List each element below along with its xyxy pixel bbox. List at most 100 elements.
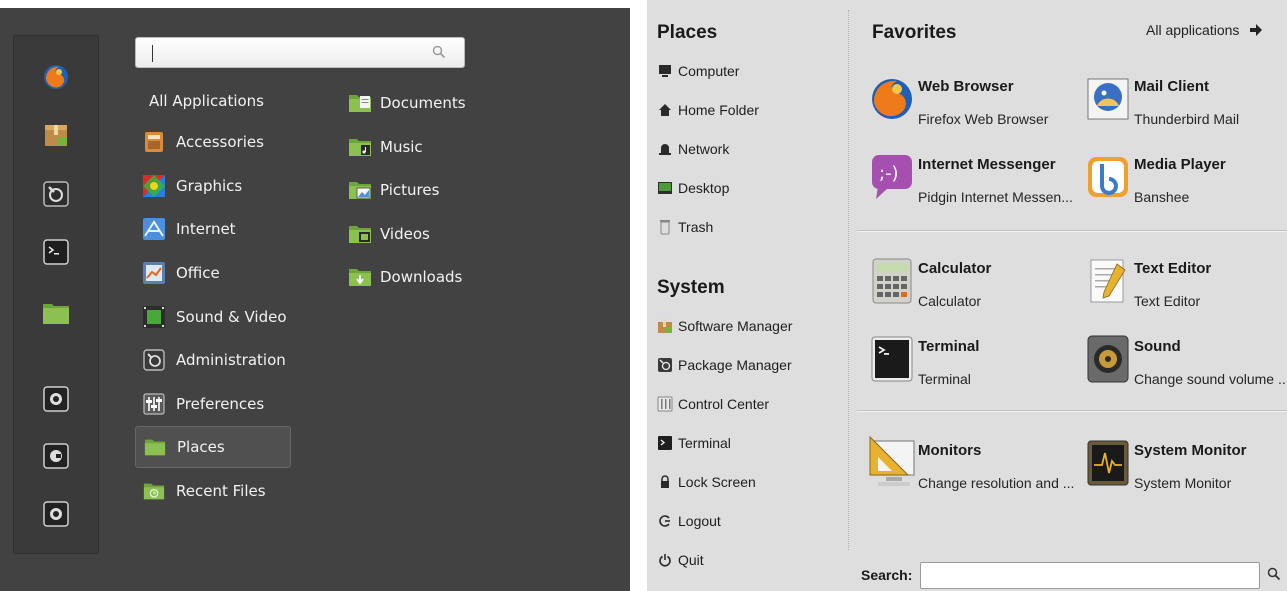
desktop-icon <box>657 180 673 196</box>
thunderbird-icon <box>1084 70 1132 128</box>
app-description: Thunderbird Mail <box>1134 111 1240 127</box>
place-desktop[interactable]: Desktop <box>657 177 729 199</box>
system-lock-screen[interactable]: Lock Screen <box>657 471 756 493</box>
firefox-icon <box>44 65 68 89</box>
app-description: Calculator <box>918 293 982 309</box>
favorite-software-manager[interactable] <box>41 120 71 150</box>
folder-icon <box>144 436 166 458</box>
place-home-folder[interactable]: Home Folder <box>657 99 759 121</box>
settings-icon <box>43 181 69 207</box>
place-label: Videos <box>380 225 430 243</box>
search-input[interactable] <box>135 37 465 68</box>
app-name: Text Editor <box>1134 260 1212 277</box>
banshee-icon <box>1084 148 1132 206</box>
app-sound[interactable]: Sound Change sound volume ... <box>1084 330 1287 394</box>
app-name: Terminal <box>918 338 980 355</box>
system-label: Quit <box>678 552 704 568</box>
favorite-terminal[interactable] <box>41 237 71 267</box>
firefox-icon <box>868 70 916 128</box>
system-terminal[interactable]: Terminal <box>657 432 731 454</box>
app-mail-client[interactable]: Mail Client Thunderbird Mail <box>1084 70 1287 134</box>
app-text-editor[interactable]: Text Editor Text Editor <box>1084 252 1287 316</box>
system-quit[interactable]: Quit <box>657 549 704 571</box>
place-downloads[interactable]: Downloads <box>348 262 462 292</box>
category-accessories[interactable]: Accessories <box>135 121 291 163</box>
place-network[interactable]: Network <box>657 138 729 160</box>
chart-icon <box>143 262 165 284</box>
app-name: Calculator <box>918 260 992 277</box>
shutdown-button[interactable] <box>41 499 71 529</box>
category-label: Recent Files <box>176 482 266 500</box>
app-web-browser[interactable]: Web Browser Firefox Web Browser <box>868 70 1078 134</box>
system-software-manager[interactable]: Software Manager <box>657 315 792 337</box>
terminal-icon <box>657 435 673 451</box>
power-icon <box>43 501 69 527</box>
monitor-icon <box>868 434 916 492</box>
category-office[interactable]: Office <box>135 252 291 294</box>
app-description: Pidgin Internet Messen... <box>918 189 1073 205</box>
app-name: Web Browser <box>918 78 1014 95</box>
app-name: Internet Messenger <box>918 156 1056 173</box>
favorites-title: Favorites <box>872 22 957 43</box>
category-recent-files[interactable]: Recent Files <box>135 470 291 512</box>
app-system-monitor[interactable]: System Monitor System Monitor <box>1084 434 1287 498</box>
search-label: Search: <box>861 567 913 583</box>
app-calculator[interactable]: Calculator Calculator <box>868 252 1078 316</box>
category-preferences[interactable]: Preferences <box>135 383 291 425</box>
lock-screen-button[interactable] <box>41 384 71 414</box>
panel-gap <box>630 0 647 591</box>
column-separator <box>848 10 849 550</box>
place-label: Desktop <box>678 180 730 196</box>
text-editor-icon <box>1084 252 1132 310</box>
app-terminal[interactable]: Terminal Terminal <box>868 330 1078 394</box>
place-label: Music <box>380 138 423 156</box>
place-pictures[interactable]: Pictures <box>348 175 439 205</box>
search-input[interactable] <box>920 562 1260 589</box>
terminal-icon <box>868 330 916 388</box>
category-all-applications[interactable]: All Applications <box>135 80 291 122</box>
category-administration[interactable]: Administration <box>135 339 291 381</box>
app-internet-messenger[interactable]: ;-) Internet Messenger Pidgin Internet M… <box>868 148 1078 212</box>
place-label: Home Folder <box>678 102 759 118</box>
app-description: Change resolution and ... <box>918 475 1075 491</box>
app-monitors[interactable]: Monitors Change resolution and ... <box>868 434 1078 498</box>
place-label: Network <box>678 141 730 157</box>
favorite-firefox[interactable] <box>41 62 71 92</box>
system-logout[interactable]: Logout <box>657 510 721 532</box>
favorites-sidebar <box>13 35 99 554</box>
system-monitor-icon <box>1084 434 1132 492</box>
category-internet[interactable]: Internet <box>135 208 291 250</box>
all-applications-label: All applications <box>1146 22 1240 38</box>
tools-icon <box>143 349 165 371</box>
favorite-files[interactable] <box>41 298 71 328</box>
place-computer[interactable]: Computer <box>657 60 739 82</box>
category-label: Sound & Video <box>176 308 287 326</box>
category-label: All Applications <box>149 92 264 110</box>
place-documents[interactable]: Documents <box>348 88 466 118</box>
film-icon <box>143 306 165 328</box>
system-label: Terminal <box>678 435 731 451</box>
logout-button[interactable] <box>41 441 71 471</box>
videos-folder-icon <box>348 224 372 244</box>
mint-menu: Places Computer Home Folder Network Desk… <box>647 0 1287 591</box>
home-icon <box>657 102 673 118</box>
category-places[interactable]: Places <box>135 426 291 468</box>
category-sound-video[interactable]: Sound & Video <box>135 296 291 338</box>
system-control-center[interactable]: Control Center <box>657 393 769 415</box>
app-description: Change sound volume ... <box>1134 371 1287 387</box>
apps-separator <box>857 410 1287 411</box>
computer-icon <box>657 63 673 79</box>
search-icon[interactable] <box>1267 567 1281 581</box>
app-description: Firefox Web Browser <box>918 111 1049 127</box>
place-videos[interactable]: Videos <box>348 219 430 249</box>
recent-folder-icon <box>143 480 165 502</box>
palette-icon <box>143 175 165 197</box>
app-media-player[interactable]: Media Player Banshee <box>1084 148 1287 212</box>
category-graphics[interactable]: Graphics <box>135 165 291 207</box>
all-applications-button[interactable]: All applications <box>1146 22 1263 38</box>
place-trash[interactable]: Trash <box>657 216 713 238</box>
system-package-manager[interactable]: Package Manager <box>657 354 792 376</box>
category-label: Places <box>177 438 225 456</box>
place-music[interactable]: Music <box>348 132 423 162</box>
favorite-control-center[interactable] <box>41 179 71 209</box>
